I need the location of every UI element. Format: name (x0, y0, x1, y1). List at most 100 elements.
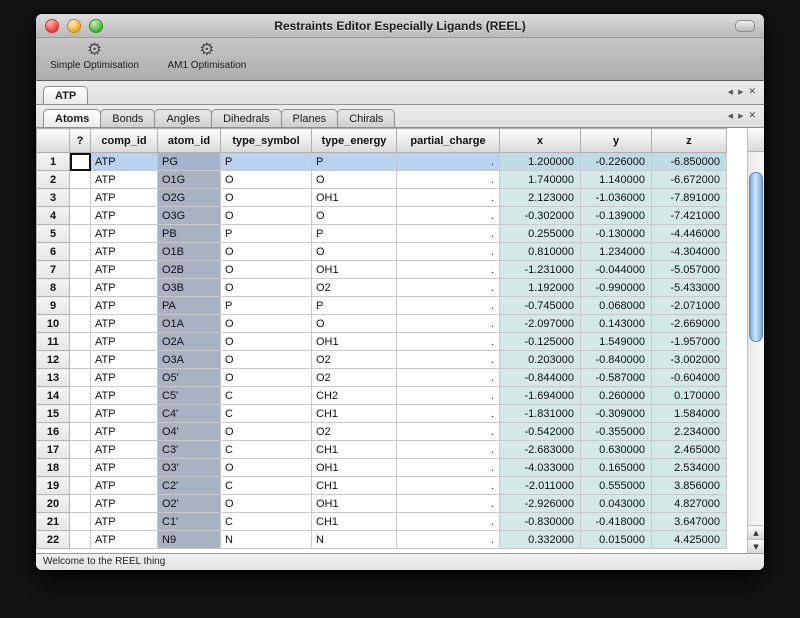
cell-y[interactable]: 0.068000 (581, 297, 652, 315)
toolbar-toggle-button[interactable] (735, 20, 755, 32)
cell-x[interactable]: -1.831000 (500, 405, 581, 423)
cell-type_symbol[interactable]: C (221, 513, 312, 531)
cell-atom_id[interactable]: PG (158, 153, 221, 171)
cell-x[interactable]: 0.332000 (500, 531, 581, 549)
cell-z[interactable]: -3.002000 (652, 351, 727, 369)
tab-scroll-right-icon[interactable]: ▶ (738, 87, 743, 97)
cell-y[interactable]: 0.043000 (581, 495, 652, 513)
cell-flag[interactable] (70, 369, 91, 387)
cell-flag[interactable] (70, 531, 91, 549)
cell-z[interactable]: -7.421000 (652, 207, 727, 225)
cell-atom_id[interactable]: O3G (158, 207, 221, 225)
cell-partial_charge[interactable]: . (397, 351, 500, 369)
cell-comp_id[interactable]: ATP (91, 189, 158, 207)
cell-type_symbol[interactable]: C (221, 387, 312, 405)
cell-y[interactable]: -0.309000 (581, 405, 652, 423)
cell-partial_charge[interactable]: . (397, 495, 500, 513)
titlebar[interactable]: Restraints Editor Especially Ligands (RE… (36, 14, 764, 38)
cell-type_energy[interactable]: P (312, 225, 397, 243)
cell-z[interactable]: -2.071000 (652, 297, 727, 315)
cell-type_energy[interactable]: P (312, 153, 397, 171)
row-number[interactable]: 11 (37, 333, 70, 351)
cell-partial_charge[interactable]: . (397, 477, 500, 495)
column-header-z[interactable]: z (652, 129, 727, 153)
cell-atom_id[interactable]: O2B (158, 261, 221, 279)
cell-flag[interactable] (70, 351, 91, 369)
cell-y[interactable]: 0.165000 (581, 459, 652, 477)
cell-z[interactable]: 2.465000 (652, 441, 727, 459)
cell-atom_id[interactable]: O4' (158, 423, 221, 441)
cell-partial_charge[interactable]: . (397, 189, 500, 207)
cell-partial_charge[interactable]: . (397, 441, 500, 459)
cell-type_energy[interactable]: CH1 (312, 477, 397, 495)
cell-atom_id[interactable]: O1G (158, 171, 221, 189)
cell-atom_id[interactable]: O1B (158, 243, 221, 261)
row-number[interactable]: 10 (37, 315, 70, 333)
cell-y[interactable]: -1.036000 (581, 189, 652, 207)
cell-x[interactable]: -1.231000 (500, 261, 581, 279)
row-number[interactable]: 9 (37, 297, 70, 315)
cell-type_symbol[interactable]: O (221, 333, 312, 351)
cell-z[interactable]: -5.433000 (652, 279, 727, 297)
cell-y[interactable]: -0.044000 (581, 261, 652, 279)
cell-partial_charge[interactable]: . (397, 333, 500, 351)
tab-angles[interactable]: Angles (154, 109, 212, 127)
cell-flag[interactable] (70, 423, 91, 441)
row-number[interactable]: 4 (37, 207, 70, 225)
cell-type_symbol[interactable]: O (221, 351, 312, 369)
cell-type_energy[interactable]: OH1 (312, 189, 397, 207)
column-header-typesymbol[interactable]: type_symbol (221, 129, 312, 153)
cell-atom_id[interactable]: PA (158, 297, 221, 315)
cell-comp_id[interactable]: ATP (91, 513, 158, 531)
cell-z[interactable]: 2.234000 (652, 423, 727, 441)
row-number[interactable]: 13 (37, 369, 70, 387)
cell-flag[interactable] (70, 279, 91, 297)
row-number[interactable]: 21 (37, 513, 70, 531)
cell-z[interactable]: 0.170000 (652, 387, 727, 405)
cell-atom_id[interactable]: C2' (158, 477, 221, 495)
cell-type_symbol[interactable]: O (221, 459, 312, 477)
cell-type_energy[interactable]: OH1 (312, 333, 397, 351)
row-number[interactable]: 22 (37, 531, 70, 549)
cell-partial_charge[interactable]: . (397, 387, 500, 405)
cell-type_symbol[interactable]: O (221, 243, 312, 261)
cell-y[interactable]: 1.549000 (581, 333, 652, 351)
cell-x[interactable]: 1.740000 (500, 171, 581, 189)
column-header-atomid[interactable]: atom_id (158, 129, 221, 153)
row-number[interactable]: 15 (37, 405, 70, 423)
row-number[interactable]: 18 (37, 459, 70, 477)
cell-partial_charge[interactable]: . (397, 423, 500, 441)
cell-comp_id[interactable]: ATP (91, 423, 158, 441)
cell-z[interactable]: 3.647000 (652, 513, 727, 531)
cell-comp_id[interactable]: ATP (91, 441, 158, 459)
cell-comp_id[interactable]: ATP (91, 243, 158, 261)
cell-partial_charge[interactable]: . (397, 153, 500, 171)
cell-type_energy[interactable]: CH1 (312, 405, 397, 423)
row-number[interactable]: 17 (37, 441, 70, 459)
cell-atom_id[interactable]: O3' (158, 459, 221, 477)
cell-atom_id[interactable]: O3B (158, 279, 221, 297)
scroll-up-button[interactable]: ▲ (748, 525, 764, 539)
cell-partial_charge[interactable]: . (397, 315, 500, 333)
cell-atom_id[interactable]: C1' (158, 513, 221, 531)
cell-x[interactable]: -0.830000 (500, 513, 581, 531)
cell-z[interactable]: -6.672000 (652, 171, 727, 189)
cell-comp_id[interactable]: ATP (91, 171, 158, 189)
tab-atp[interactable]: ATP (43, 86, 88, 104)
cell-x[interactable]: 0.203000 (500, 351, 581, 369)
cell-type_energy[interactable]: O2 (312, 423, 397, 441)
cell-x[interactable]: -0.302000 (500, 207, 581, 225)
cell-comp_id[interactable]: ATP (91, 279, 158, 297)
am1-optimisation-button[interactable]: ⚙ AM1 Optimisation (167, 41, 247, 71)
cell-partial_charge[interactable]: . (397, 261, 500, 279)
cell-comp_id[interactable]: ATP (91, 315, 158, 333)
cell-comp_id[interactable]: ATP (91, 387, 158, 405)
cell-type_energy[interactable]: O2 (312, 351, 397, 369)
row-number[interactable]: 16 (37, 423, 70, 441)
cell-y[interactable]: 0.015000 (581, 531, 652, 549)
cell-type_energy[interactable]: O (312, 315, 397, 333)
cell-partial_charge[interactable]: . (397, 171, 500, 189)
cell-atom_id[interactable]: C3' (158, 441, 221, 459)
cell-flag[interactable] (70, 297, 91, 315)
cell-type_symbol[interactable]: O (221, 171, 312, 189)
